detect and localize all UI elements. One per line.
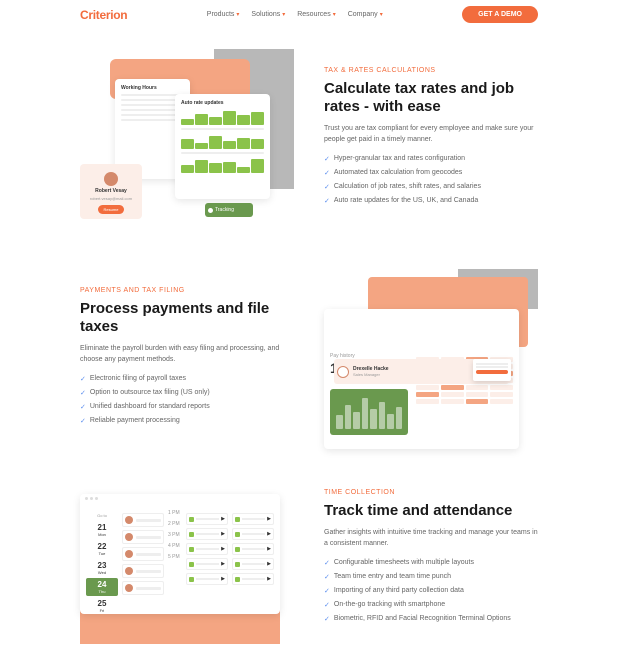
section-desc: Trust you are tax compliant for every em…: [324, 124, 538, 145]
nav-solutions[interactable]: Solutions▾: [251, 11, 285, 18]
check-icon: ✓: [80, 417, 86, 425]
feature-item: ✓Option to outsource tax filing (US only…: [80, 389, 294, 397]
avatar-icon: [337, 366, 349, 378]
nav-products[interactable]: Products▾: [207, 11, 240, 18]
section-text: TIME COLLECTION Track time and attendanc…: [324, 489, 538, 629]
time-illustration: Go to 21Mon 22Tue 23Wed 24Thu 25Fri 1 PM…: [80, 494, 294, 624]
section-tax-rates: Working Hours Auto rate updates Robert V…: [0, 29, 618, 249]
nav-company[interactable]: Company▾: [348, 11, 383, 18]
feature-item: ✓Calculation of job rates, shift rates, …: [324, 183, 538, 191]
section-eyebrow: TIME COLLECTION: [324, 489, 538, 496]
primary-nav: Products▾ Solutions▾ Resources▾ Company▾: [207, 11, 383, 18]
section-eyebrow: TAX & RATES CALCULATIONS: [324, 67, 538, 74]
check-icon: ✓: [324, 559, 330, 567]
feature-item: ✓Importing of any third party collection…: [324, 587, 538, 595]
check-icon: ✓: [80, 375, 86, 383]
section-heading: Calculate tax rates and job rates - with…: [324, 80, 538, 116]
section-payments: Drexelle Hacke Sales Manager Pay history…: [0, 249, 618, 469]
check-icon: ✓: [324, 587, 330, 595]
nav-resources[interactable]: Resources▾: [297, 11, 335, 18]
chevron-down-icon: ▾: [236, 11, 239, 18]
feature-item: ✓Auto rate updates for the US, UK, and C…: [324, 197, 538, 205]
check-icon: ✓: [324, 169, 330, 177]
header: Criterion Products▾ Solutions▾ Resources…: [0, 0, 618, 29]
check-icon: ✓: [80, 403, 86, 411]
feature-item: ✓Biometric, RFID and Facial Recognition …: [324, 615, 538, 623]
tax-rates-illustration: Working Hours Auto rate updates Robert V…: [80, 49, 294, 229]
chevron-down-icon: ▾: [380, 11, 383, 18]
section-time: Go to 21Mon 22Tue 23Wed 24Thu 25Fri 1 PM…: [0, 469, 618, 649]
section-heading: Track time and attendance: [324, 502, 538, 520]
feature-list: ✓Configurable timesheets with multiple l…: [324, 559, 538, 623]
feature-list: ✓Electronic filing of payroll taxes ✓Opt…: [80, 375, 294, 425]
mock-person-card: Robert Vesay robert.vesay@mail.com Resum…: [80, 164, 142, 219]
section-text: TAX & RATES CALCULATIONS Calculate tax r…: [324, 67, 538, 211]
check-icon: ✓: [324, 601, 330, 609]
check-icon: ✓: [324, 155, 330, 163]
check-icon: ✓: [324, 615, 330, 623]
check-icon: ✓: [324, 183, 330, 191]
feature-item: ✓Configurable timesheets with multiple l…: [324, 559, 538, 567]
section-text: PAYMENTS AND TAX FILING Process payments…: [80, 287, 294, 431]
section-desc: Gather insights with intuitive time trac…: [324, 528, 538, 549]
feature-item: ✓Hyper-granular tax and rates configurat…: [324, 155, 538, 163]
feature-item: ✓Unified dashboard for standard reports: [80, 403, 294, 411]
section-eyebrow: PAYMENTS AND TAX FILING: [80, 287, 294, 294]
check-icon: ✓: [324, 573, 330, 581]
section-desc: Eliminate the payroll burden with easy f…: [80, 344, 294, 365]
feature-item: ✓Automated tax calculation from geocodes: [324, 169, 538, 177]
avatar-icon: [104, 172, 118, 186]
check-icon: ✓: [80, 389, 86, 397]
get-demo-button[interactable]: GET A DEMO: [462, 6, 538, 23]
tracking-tag: Tracking: [205, 203, 253, 217]
check-icon: ✓: [324, 197, 330, 205]
mock-dashboard: Drexelle Hacke Sales Manager Pay history…: [324, 309, 519, 449]
payments-illustration: Drexelle Hacke Sales Manager Pay history…: [324, 269, 538, 449]
feature-list: ✓Hyper-granular tax and rates configurat…: [324, 155, 538, 205]
feature-item: ✓Team time entry and team time punch: [324, 573, 538, 581]
mock-timesheet: Go to 21Mon 22Tue 23Wed 24Thu 25Fri 1 PM…: [80, 494, 280, 614]
feature-item: ✓Electronic filing of payroll taxes: [80, 375, 294, 383]
mock-card-rates: Auto rate updates: [175, 94, 270, 199]
feature-item: ✓On-the-go tracking with smartphone: [324, 601, 538, 609]
chevron-down-icon: ▾: [333, 11, 336, 18]
section-heading: Process payments and file taxes: [80, 300, 294, 336]
logo[interactable]: Criterion: [80, 8, 127, 22]
chevron-down-icon: ▾: [282, 11, 285, 18]
feature-item: ✓Reliable payment processing: [80, 417, 294, 425]
